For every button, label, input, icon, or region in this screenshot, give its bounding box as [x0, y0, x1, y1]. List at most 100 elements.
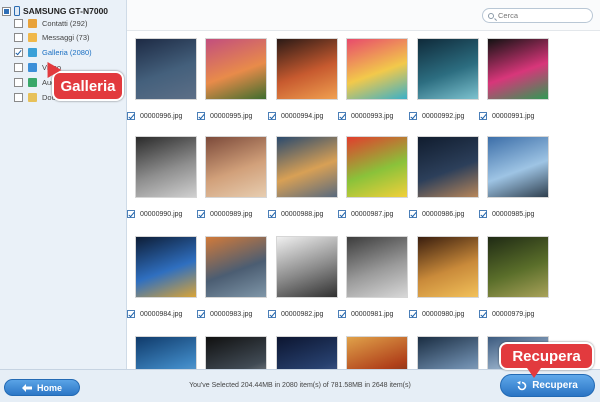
photo-thumbnail[interactable] [417, 38, 479, 100]
photo-checkbox[interactable] [338, 112, 346, 120]
photo-tile[interactable]: 00000990.jpg [127, 136, 197, 218]
photo-checkbox[interactable] [127, 310, 135, 318]
recupera-button-label: Recupera [532, 380, 578, 391]
photo-thumbnail[interactable] [205, 38, 267, 100]
photo-tile[interactable] [409, 336, 479, 369]
photo-thumbnail[interactable] [417, 136, 479, 198]
photo-tile[interactable]: 00000983.jpg [197, 236, 267, 318]
photo-checkbox[interactable] [268, 210, 276, 218]
search-box[interactable] [482, 8, 593, 23]
photo-grid: 00000996.jpg 00000995.jpg 00000994.jpg 0000… [127, 31, 600, 369]
photo-tile[interactable]: 00000979.jpg [479, 236, 549, 318]
photo-thumbnail[interactable] [487, 236, 549, 298]
photo-tile[interactable] [127, 336, 197, 369]
photo-thumbnail[interactable] [135, 136, 197, 198]
photo-checkbox[interactable] [479, 210, 487, 218]
photo-tile[interactable]: 00000996.jpg [127, 38, 197, 120]
photo-tile[interactable]: 00000991.jpg [479, 38, 549, 120]
photo-tile[interactable]: 00000995.jpg [197, 38, 267, 120]
photo-thumbnail[interactable] [417, 336, 479, 369]
photo-checkbox[interactable] [197, 310, 205, 318]
photo-filename: 00000985.jpg [492, 210, 535, 218]
photo-caption: 00000982.jpg [268, 310, 323, 318]
photo-tile[interactable]: 00000985.jpg [479, 136, 549, 218]
photo-checkbox[interactable] [409, 310, 417, 318]
photo-checkbox[interactable] [268, 112, 276, 120]
photo-checkbox[interactable] [409, 112, 417, 120]
photo-tile[interactable]: 00000986.jpg [409, 136, 479, 218]
sidebar-item-checkbox[interactable] [14, 19, 23, 28]
photo-thumbnail[interactable] [346, 336, 408, 369]
sidebar-item-checkbox[interactable] [14, 78, 23, 87]
sidebar-item-checkbox[interactable] [14, 33, 23, 42]
photo-thumbnail[interactable] [276, 38, 338, 100]
photo-thumbnail[interactable] [276, 236, 338, 298]
photo-checkbox[interactable] [127, 112, 135, 120]
photo-filename: 00000993.jpg [351, 112, 394, 120]
photo-checkbox[interactable] [338, 210, 346, 218]
photo-tile[interactable]: 00000982.jpg [268, 236, 338, 318]
sidebar-item-checkbox[interactable] [14, 48, 23, 57]
contacts-icon [28, 19, 37, 28]
photo-thumbnail[interactable] [487, 136, 549, 198]
sidebar-item[interactable]: Galleria (2080) [14, 46, 92, 59]
photo-checkbox[interactable] [197, 210, 205, 218]
photo-tile[interactable] [197, 336, 267, 369]
photo-caption: 00000979.jpg [479, 310, 534, 318]
device-row[interactable]: SAMSUNG GT-N7000 [2, 5, 108, 17]
photo-thumbnail[interactable] [135, 336, 197, 369]
photo-thumbnail[interactable] [135, 236, 197, 298]
photo-thumbnail[interactable] [487, 38, 549, 100]
photo-tile[interactable]: 00000988.jpg [268, 136, 338, 218]
photo-tile[interactable]: 00000981.jpg [338, 236, 408, 318]
photo-thumbnail[interactable] [205, 336, 267, 369]
photo-filename: 00000984.jpg [140, 310, 183, 318]
photo-caption: 00000995.jpg [197, 112, 252, 120]
photo-tile[interactable] [338, 336, 408, 369]
photo-thumbnail[interactable] [417, 236, 479, 298]
photo-tile[interactable]: 00000992.jpg [409, 38, 479, 120]
photo-filename: 00000995.jpg [210, 112, 253, 120]
photo-checkbox[interactable] [479, 112, 487, 120]
recupera-button[interactable]: Recupera [500, 374, 595, 397]
photo-checkbox[interactable] [268, 310, 276, 318]
photo-caption: 00000996.jpg [127, 112, 182, 120]
audio-icon [28, 78, 37, 87]
photo-tile[interactable]: 00000993.jpg [338, 38, 408, 120]
sidebar-item-checkbox[interactable] [14, 93, 23, 102]
photo-thumbnail[interactable] [346, 38, 408, 100]
photo-tile[interactable]: 00000989.jpg [197, 136, 267, 218]
sidebar-item-checkbox[interactable] [14, 63, 23, 72]
photo-caption: 00000986.jpg [409, 210, 464, 218]
photo-thumbnail[interactable] [276, 136, 338, 198]
photo-tile[interactable]: 00000987.jpg [338, 136, 408, 218]
photo-thumbnail[interactable] [346, 236, 408, 298]
photo-caption: 00000981.jpg [338, 310, 393, 318]
photo-caption: 00000984.jpg [127, 310, 182, 318]
search-input[interactable] [498, 11, 588, 20]
photo-checkbox[interactable] [197, 112, 205, 120]
photo-checkbox[interactable] [409, 210, 417, 218]
photo-thumbnail[interactable] [135, 38, 197, 100]
sidebar-item-label: Galleria (2080) [42, 48, 92, 57]
photo-tile[interactable]: 00000984.jpg [127, 236, 197, 318]
photo-tile[interactable]: 00000980.jpg [409, 236, 479, 318]
device-checkbox[interactable] [2, 6, 11, 16]
sidebar-item[interactable]: Contatti (292) [14, 17, 87, 30]
photo-checkbox[interactable] [127, 210, 135, 218]
sidebar-item[interactable]: Messaggi (73) [14, 31, 90, 44]
search-icon [488, 12, 494, 19]
video-icon [28, 63, 37, 72]
photo-tile[interactable]: 00000994.jpg [268, 38, 338, 120]
sidebar-item-label: Messaggi (73) [42, 33, 90, 42]
photo-thumbnail[interactable] [205, 136, 267, 198]
photo-checkbox[interactable] [479, 310, 487, 318]
photo-thumbnail[interactable] [205, 236, 267, 298]
photo-thumbnail[interactable] [276, 336, 338, 369]
photo-caption: 00000989.jpg [197, 210, 252, 218]
photo-thumbnail[interactable] [346, 136, 408, 198]
photo-tile[interactable] [268, 336, 338, 369]
photo-filename: 00000983.jpg [210, 310, 253, 318]
photo-checkbox[interactable] [338, 310, 346, 318]
photo-caption: 00000990.jpg [127, 210, 182, 218]
